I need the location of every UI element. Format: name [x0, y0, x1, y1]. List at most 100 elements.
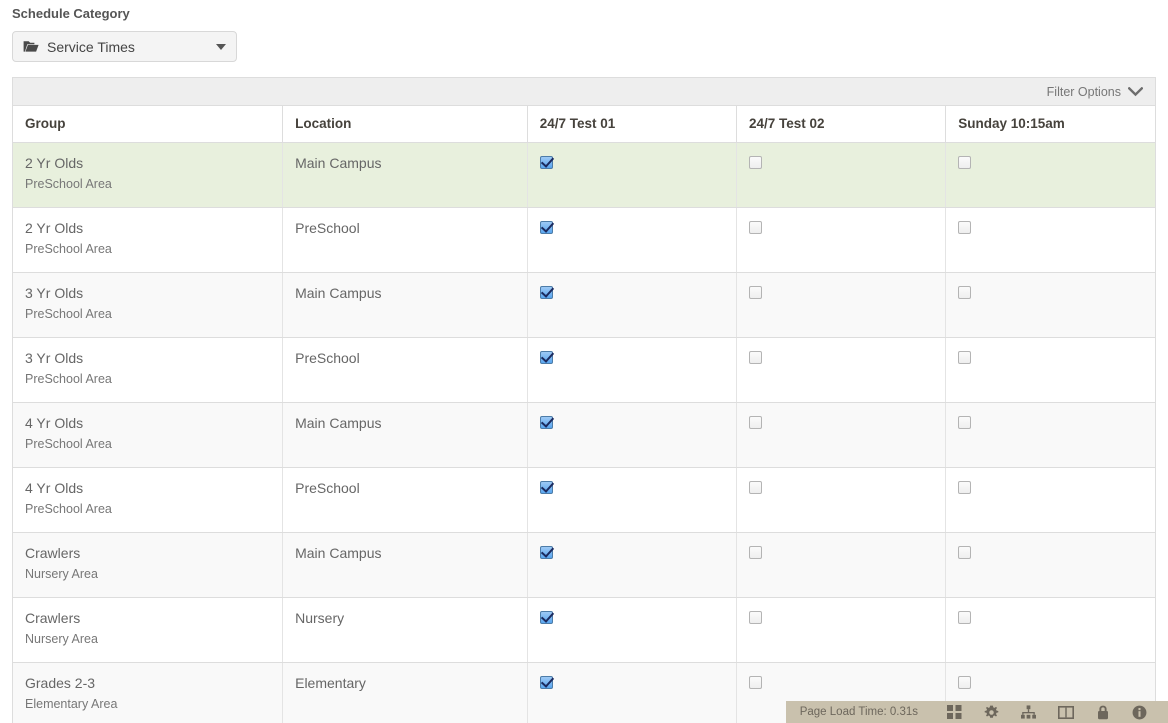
- location-name: PreSchool: [295, 220, 527, 236]
- group-name: 3 Yr Olds: [25, 350, 282, 366]
- checkbox-test02[interactable]: [749, 156, 762, 169]
- table-row[interactable]: 3 Yr Olds PreSchool AreaMain Campus: [13, 273, 1155, 338]
- chevron-down-icon: [216, 44, 226, 50]
- table-row[interactable]: 2 Yr OldsPreSchool Area PreSchool: [13, 208, 1155, 273]
- cell-test02: [736, 338, 945, 403]
- cell-test01: [527, 273, 736, 338]
- group-name: 2 Yr Olds: [25, 220, 282, 236]
- checkbox-sunday[interactable]: [958, 546, 971, 559]
- group-area: PreSchool Area: [25, 177, 282, 192]
- location-name: Main Campus: [295, 415, 527, 431]
- table-row[interactable]: 3 Yr OldsPreSchool AreaPreSchool: [13, 338, 1155, 403]
- cell-test01: [527, 338, 736, 403]
- filter-options-toggle[interactable]: Filter Options: [1047, 85, 1143, 99]
- columns-icon[interactable]: [1047, 701, 1084, 723]
- table-header-row: Group Location 24/7 Test 01 24/7 Test 02…: [13, 106, 1155, 143]
- cell-group: 2 Yr OldsPreSchool Area: [13, 143, 283, 208]
- checkbox-test02[interactable]: [749, 351, 762, 364]
- checkbox-sunday[interactable]: [958, 286, 971, 299]
- group-name: 3 Yr Olds: [25, 285, 282, 301]
- cell-location: Main Campus: [283, 403, 528, 468]
- table-row[interactable]: CrawlersNursery Area Main Campus: [13, 533, 1155, 598]
- schedule-category-dropdown[interactable]: Service Times: [12, 31, 237, 62]
- table-row[interactable]: 4 Yr OldsPreSchool AreaMain Campus: [13, 403, 1155, 468]
- cell-sunday: [946, 338, 1155, 403]
- cell-test01: [527, 208, 736, 273]
- schedule-category-block: Schedule Category Service Times: [0, 0, 1168, 62]
- location-name: PreSchool: [295, 480, 527, 496]
- cell-sunday: [946, 403, 1155, 468]
- checkbox-test01[interactable]: [540, 156, 553, 169]
- grid-icon[interactable]: [936, 701, 973, 723]
- column-header-sunday[interactable]: Sunday 10:15am: [946, 106, 1155, 143]
- checkbox-test01[interactable]: [540, 546, 553, 559]
- group-name: Grades 2-3: [25, 675, 282, 691]
- cell-location: Elementary: [283, 663, 528, 723]
- checkbox-sunday[interactable]: [958, 481, 971, 494]
- gear-icon[interactable]: [973, 701, 1010, 723]
- cell-sunday: [946, 143, 1155, 208]
- checkbox-test02[interactable]: [749, 481, 762, 494]
- chevron-down-icon: [1128, 87, 1143, 97]
- cell-test01: [527, 468, 736, 533]
- table-row[interactable]: CrawlersNursery AreaNursery: [13, 598, 1155, 663]
- column-header-location[interactable]: Location: [283, 106, 528, 143]
- group-area: PreSchool Area: [25, 372, 282, 387]
- checkbox-test01[interactable]: [540, 676, 553, 689]
- checkbox-sunday[interactable]: [958, 676, 971, 689]
- table-row[interactable]: 2 Yr OldsPreSchool Area Main Campus: [13, 143, 1155, 208]
- cell-test01: [527, 598, 736, 663]
- location-name: Main Campus: [295, 545, 527, 561]
- checkbox-test02[interactable]: [749, 611, 762, 624]
- cell-group: 4 Yr OldsPreSchool Area: [13, 468, 283, 533]
- checkbox-test01[interactable]: [540, 416, 553, 429]
- table-row[interactable]: 4 Yr OldsPreSchool Area PreSchool: [13, 468, 1155, 533]
- group-area: Elementary Area: [25, 697, 282, 712]
- lock-icon[interactable]: [1084, 701, 1121, 723]
- checkbox-test01[interactable]: [540, 221, 553, 234]
- cell-location: Main Campus: [283, 143, 528, 208]
- checkbox-test01[interactable]: [540, 351, 553, 364]
- checkbox-sunday[interactable]: [958, 416, 971, 429]
- sitemap-icon[interactable]: [1010, 701, 1047, 723]
- schedule-category-value: Service Times: [47, 38, 210, 56]
- group-area: Nursery Area: [25, 567, 282, 582]
- dev-toolbar: Page Load Time: 0.31s: [786, 701, 1168, 723]
- cell-sunday: [946, 598, 1155, 663]
- cell-test02: [736, 468, 945, 533]
- location-name: Elementary: [295, 675, 527, 691]
- checkbox-sunday[interactable]: [958, 351, 971, 364]
- checkbox-test02[interactable]: [749, 546, 762, 559]
- cell-location: PreSchool: [283, 468, 528, 533]
- checkbox-test02[interactable]: [749, 416, 762, 429]
- location-name: Main Campus: [295, 155, 527, 171]
- column-header-group[interactable]: Group: [13, 106, 283, 143]
- cell-test02: [736, 403, 945, 468]
- table-body: 2 Yr OldsPreSchool AreaMain Campus2 Yr O…: [13, 143, 1155, 723]
- filter-options-label: Filter Options: [1047, 85, 1121, 99]
- column-header-test02[interactable]: 24/7 Test 02: [736, 106, 945, 143]
- checkbox-sunday[interactable]: [958, 221, 971, 234]
- cell-sunday: [946, 468, 1155, 533]
- checkbox-test02[interactable]: [749, 286, 762, 299]
- group-area: PreSchool Area: [25, 437, 282, 452]
- filter-bar: Filter Options: [13, 78, 1155, 106]
- checkbox-test02[interactable]: [749, 676, 762, 689]
- schedule-grid-panel: Filter Options Group Location 24/7 Test …: [12, 77, 1156, 723]
- cell-group: 2 Yr OldsPreSchool Area: [13, 208, 283, 273]
- cell-sunday: [946, 533, 1155, 598]
- checkbox-test01[interactable]: [540, 611, 553, 624]
- checkbox-test01[interactable]: [540, 286, 553, 299]
- group-name: 4 Yr Olds: [25, 480, 282, 496]
- checkbox-test01[interactable]: [540, 481, 553, 494]
- group-area: PreSchool Area: [25, 307, 282, 322]
- checkbox-sunday[interactable]: [958, 611, 971, 624]
- cell-group: CrawlersNursery Area: [13, 533, 283, 598]
- checkbox-test02[interactable]: [749, 221, 762, 234]
- info-icon[interactable]: [1121, 701, 1158, 723]
- column-header-test01[interactable]: 24/7 Test 01: [527, 106, 736, 143]
- checkbox-sunday[interactable]: [958, 156, 971, 169]
- cell-test02: [736, 143, 945, 208]
- cell-test02: [736, 273, 945, 338]
- cell-location: Main Campus: [283, 273, 528, 338]
